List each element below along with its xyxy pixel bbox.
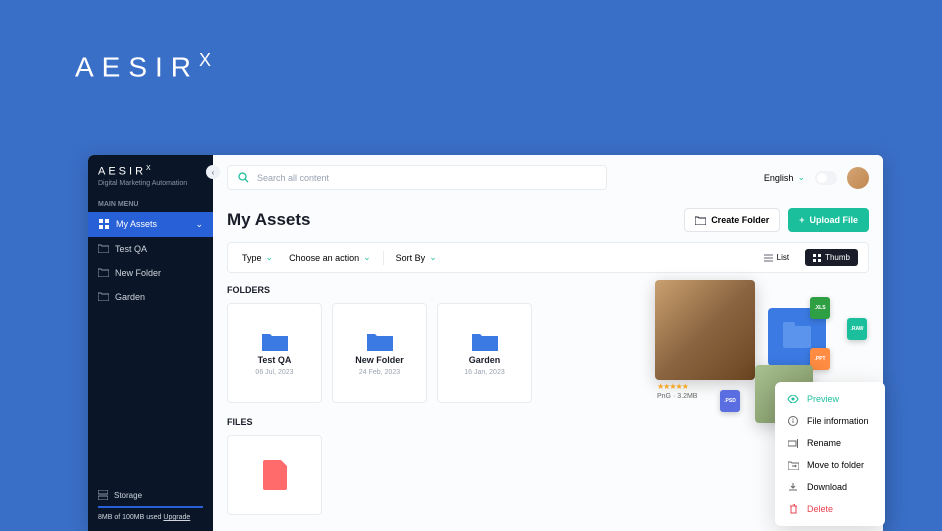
download-icon (787, 482, 799, 492)
folder-card[interactable]: New Folder 24 Feb, 2023 (332, 303, 427, 403)
storage-label: Storage (98, 490, 203, 500)
folder-icon (98, 268, 109, 277)
chevron-down-icon: ⌄ (429, 252, 437, 263)
sidebar-section-label: MAIN MENU (88, 193, 213, 212)
trash-icon (787, 504, 799, 514)
page-header: My Assets Create Folder + Upload File (213, 200, 883, 242)
ctx-move[interactable]: Move to folder (775, 454, 885, 476)
folder-icon (98, 292, 109, 301)
sidebar: ‹ AESIRX Digital Marketing Automation MA… (88, 155, 213, 531)
filter-bar: Type⌄ Choose an action⌄ Sort By⌄ List Th… (227, 242, 869, 273)
sidebar-item-my-assets[interactable]: My Assets ⌄ (88, 212, 213, 237)
ctx-download[interactable]: Download (775, 476, 885, 498)
search-input[interactable]: Search all content (227, 165, 607, 190)
ctx-rename[interactable]: Rename (775, 432, 885, 454)
chevron-down-icon: ⌄ (797, 172, 805, 183)
thumb-view-button[interactable]: Thumb (805, 249, 858, 266)
info-icon (787, 416, 799, 426)
folders-grid: Test QA 06 Jul, 2023 New Folder 24 Feb, … (227, 303, 869, 403)
plus-icon: + (799, 215, 804, 225)
sidebar-item-test-qa[interactable]: Test QA (88, 237, 213, 261)
files-section-label: FILES (227, 417, 869, 427)
page-title: My Assets (227, 210, 310, 230)
avatar[interactable] (847, 167, 869, 189)
grid-icon (98, 219, 110, 230)
folder-move-icon (787, 461, 799, 470)
list-icon (764, 254, 773, 262)
create-folder-button[interactable]: Create Folder (684, 208, 780, 232)
file-card[interactable] (227, 435, 322, 515)
sidebar-item-new-folder[interactable]: New Folder (88, 261, 213, 285)
chevron-down-icon: ⌄ (363, 252, 371, 263)
folder-icon (98, 244, 109, 253)
storage-icon (98, 490, 108, 500)
search-icon (238, 172, 249, 183)
theme-toggle[interactable] (815, 171, 837, 185)
sidebar-tagline: Digital Marketing Automation (98, 180, 203, 187)
pdf-file-icon (263, 460, 287, 490)
folder-icon (262, 331, 288, 351)
ctx-info[interactable]: File information (775, 410, 885, 432)
upgrade-link[interactable]: Upgrade (163, 514, 190, 521)
chevron-down-icon: ⌄ (266, 252, 274, 263)
sidebar-item-garden[interactable]: Garden (88, 285, 213, 309)
ctx-delete[interactable]: Delete (775, 498, 885, 520)
upload-file-button[interactable]: + Upload File (788, 208, 869, 232)
sidebar-collapse-button[interactable]: ‹ (206, 165, 220, 179)
type-filter[interactable]: Type⌄ (238, 250, 277, 265)
files-grid (227, 435, 869, 515)
eye-icon (787, 395, 799, 403)
storage-usage: 8MB of 100MB used Upgrade (98, 514, 203, 521)
folder-icon (695, 216, 706, 225)
folder-icon (472, 331, 498, 351)
ctx-preview[interactable]: Preview (775, 388, 885, 410)
action-filter[interactable]: Choose an action⌄ (285, 250, 375, 265)
chevron-down-icon: ⌄ (195, 219, 203, 230)
folder-card[interactable]: Garden 16 Jan, 2023 (437, 303, 532, 403)
folders-section-label: FOLDERS (227, 285, 869, 295)
language-selector[interactable]: English ⌄ (764, 172, 805, 183)
brand-logo: AESIRX (75, 50, 211, 83)
storage-bar (98, 506, 203, 508)
list-view-button[interactable]: List (756, 249, 797, 266)
app-window: ‹ AESIRX Digital Marketing Automation MA… (88, 155, 883, 531)
context-menu: Preview File information Rename Move to … (775, 382, 885, 526)
topbar: Search all content English ⌄ (213, 155, 883, 200)
grid-icon (813, 254, 821, 262)
sort-filter[interactable]: Sort By⌄ (392, 250, 441, 265)
folder-card[interactable]: Test QA 06 Jul, 2023 (227, 303, 322, 403)
folder-icon (367, 331, 393, 351)
rename-icon (787, 439, 799, 448)
sidebar-brand: AESIRX (98, 165, 203, 178)
